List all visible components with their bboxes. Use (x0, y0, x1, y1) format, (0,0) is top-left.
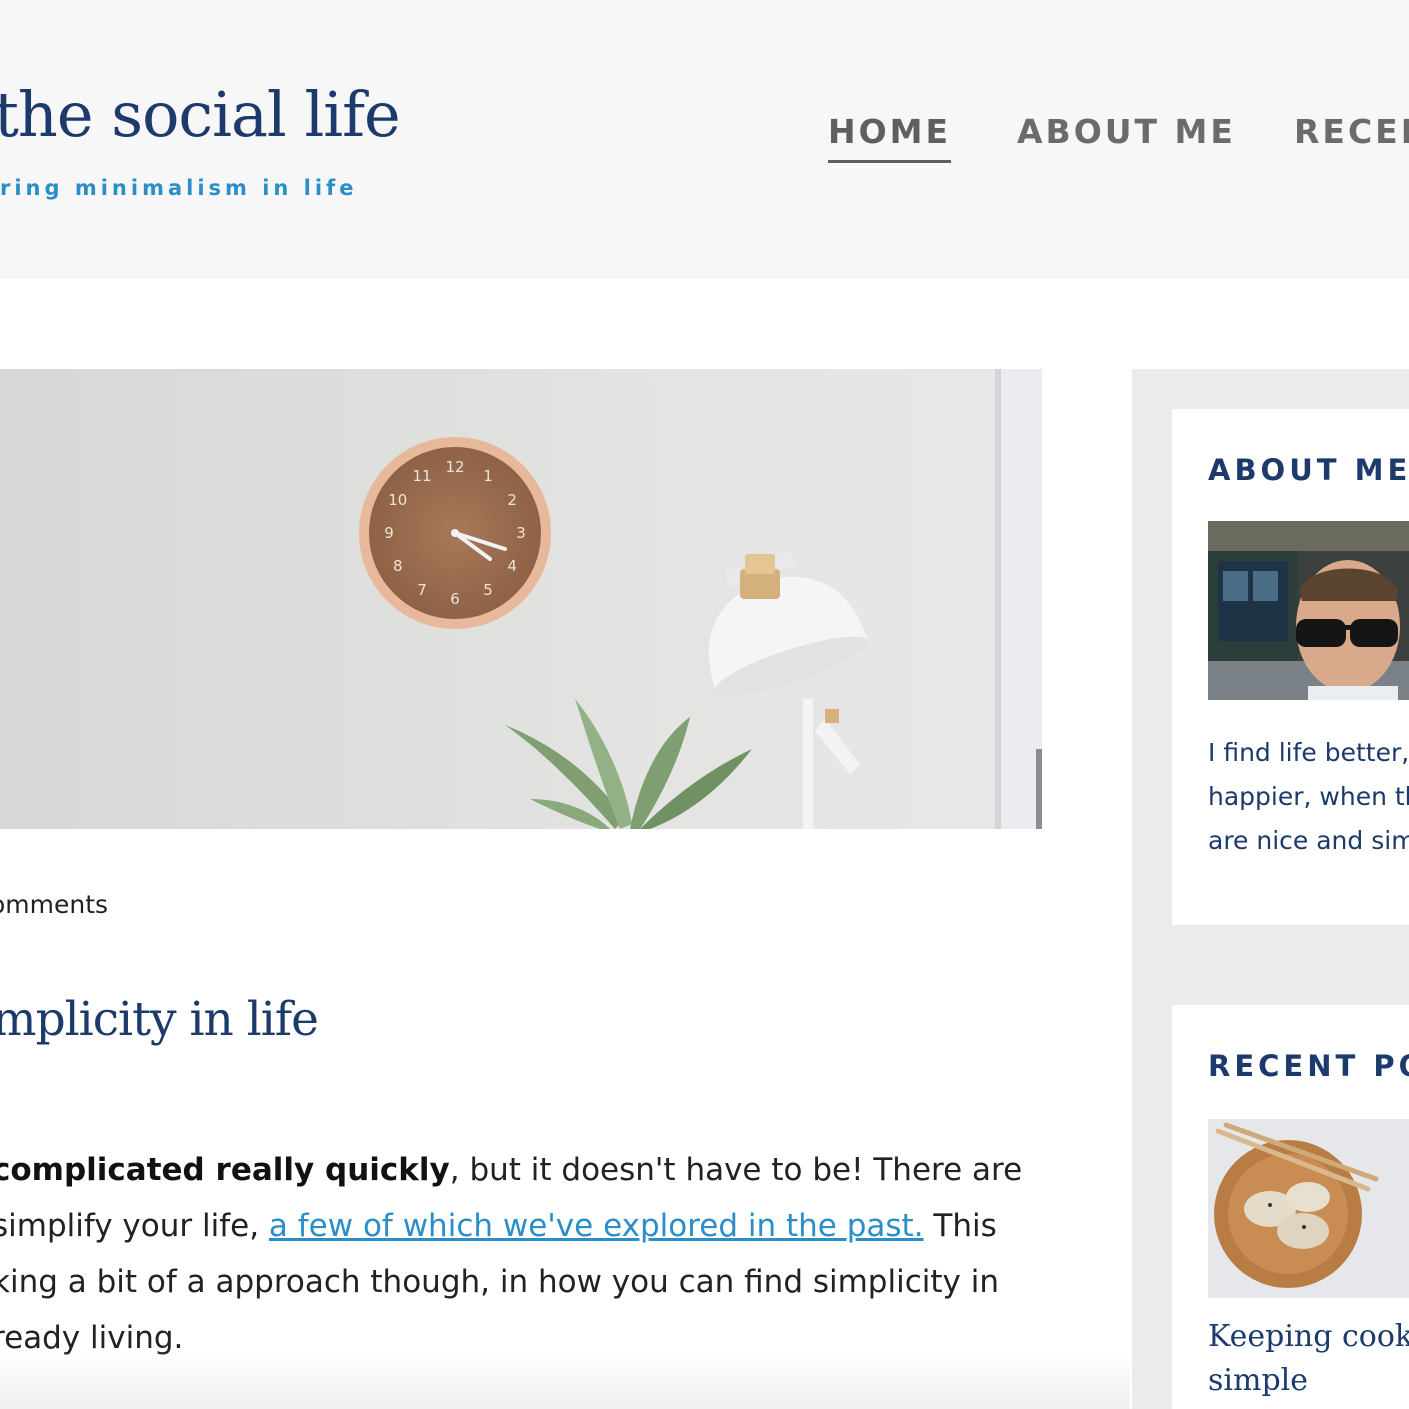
clock-number: 10 (388, 491, 407, 509)
about-me-text: I find life better, happier, when th are… (1208, 731, 1409, 863)
excerpt-text: , but it doesn't have to be! There are (449, 1152, 1023, 1188)
recent-post-title-line: Keeping cook (1208, 1319, 1409, 1354)
nav-item-home[interactable]: HOME (828, 112, 952, 163)
post-featured-image[interactable]: 12 1 2 3 4 5 6 7 8 9 10 11 (0, 369, 1042, 829)
post-excerpt: complicated really quickly, but it doesn… (0, 1142, 1032, 1366)
recent-post-title[interactable]: Keeping cook simple (1208, 1315, 1409, 1403)
about-me-widget: ABOUT ME I find life better, happier, wh… (1172, 409, 1409, 925)
clock-number: 8 (393, 557, 403, 575)
recent-posts-widget: RECENT PO Keeping cook simple (1172, 1005, 1409, 1409)
post-comments-link[interactable]: omments (0, 890, 108, 919)
clock-number: 4 (507, 557, 517, 575)
clock-number: 9 (384, 524, 394, 542)
excerpt-text: simplify your life, (0, 1208, 269, 1244)
clock-number: 2 (507, 491, 517, 509)
clock-number: 12 (445, 458, 464, 476)
recent-post-thumbnail[interactable] (1208, 1119, 1409, 1298)
site-tagline: ring minimalism in life (0, 176, 358, 200)
about-me-widget-title: ABOUT ME (1208, 453, 1409, 487)
recent-posts-widget-title: RECENT PO (1208, 1049, 1409, 1083)
site-title[interactable]: the social life (0, 78, 401, 151)
excerpt-line-1: complicated really quickly, but it doesn… (0, 1142, 1032, 1198)
clock-number: 1 (483, 467, 493, 485)
clock-number: 5 (483, 581, 493, 599)
nav-item-recent[interactable]: RECEN (1294, 112, 1409, 151)
nav-item-about-me[interactable]: ABOUT ME (1017, 112, 1236, 151)
site-header: the social life ring minimalism in life … (0, 0, 1409, 279)
excerpt-line-3: king a bit of a approach though, in how … (0, 1264, 999, 1300)
sidebar: ABOUT ME I find life better, happier, wh… (1132, 369, 1409, 1409)
author-avatar[interactable] (1208, 521, 1409, 700)
recent-post-title-line: simple (1208, 1363, 1308, 1398)
excerpt-bold-text: complicated really quickly (0, 1152, 450, 1188)
about-text-line: I find life better, (1208, 738, 1409, 767)
about-text-line: happier, when th (1208, 782, 1409, 811)
bottom-fade (0, 1350, 1130, 1409)
dumplings-bowl-photo (1208, 1119, 1409, 1298)
post-title[interactable]: mplicity in life (0, 992, 319, 1047)
clock-number: 11 (412, 467, 431, 485)
about-text-line: are nice and simp (1208, 826, 1409, 855)
excerpt-line-2: simplify your life, a few of which we've… (0, 1198, 1032, 1254)
clock-number: 7 (417, 581, 427, 599)
clock-number: 3 (516, 524, 526, 542)
author-avatar-photo (1208, 521, 1409, 700)
excerpt-text: This (923, 1208, 997, 1244)
past-posts-link[interactable]: a few of which we've explored in the pas… (269, 1208, 924, 1244)
clock-lamp-plant-photo: 12 12 3 45 6 78 9 10 11 (0, 369, 1042, 829)
clock-number: 6 (450, 590, 460, 608)
